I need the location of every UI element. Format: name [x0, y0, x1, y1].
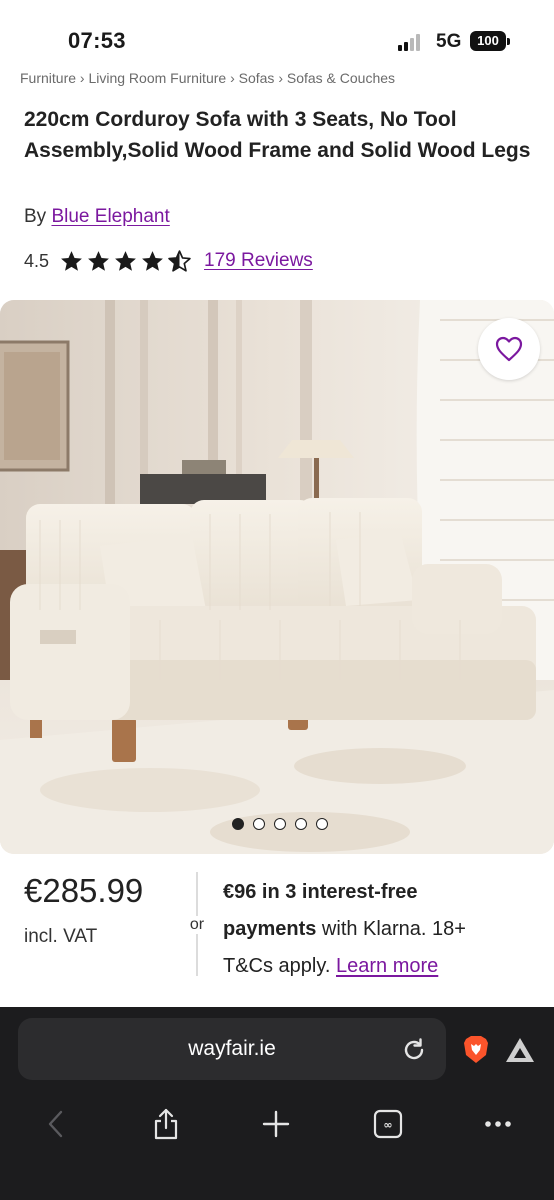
tab-switcher-icon: ∞ — [373, 1109, 403, 1139]
favorite-button[interactable] — [478, 318, 540, 380]
breadcrumb[interactable]: Furniture › Living Room Furniture › Sofa… — [20, 66, 540, 86]
klarna-payments: payments — [223, 918, 317, 940]
status-time: 07:53 — [68, 28, 126, 53]
brand-prefix: By — [24, 206, 47, 227]
product-image-carousel[interactable] — [0, 300, 554, 854]
more-menu-button[interactable] — [478, 1104, 518, 1144]
carousel-dots[interactable] — [232, 818, 328, 830]
battery-icon: 100 — [470, 31, 506, 51]
klarna-offer: €96 in 3 interest-free payments with Kla… — [223, 874, 533, 985]
carousel-dot[interactable] — [274, 818, 286, 830]
tab-switcher-button[interactable]: ∞ — [368, 1104, 408, 1144]
rating-stars — [59, 249, 192, 274]
vat-note: incl. VAT — [24, 926, 98, 947]
product-photo-sofa — [0, 300, 554, 854]
url-text[interactable]: wayfair.ie — [18, 1018, 446, 1080]
rating-row: 4.5 179 Reviews — [24, 246, 313, 276]
brave-rewards-icon[interactable] — [504, 1036, 536, 1064]
learn-more-link[interactable]: Learn more — [336, 955, 438, 977]
klarna-amount: €96 in 3 interest-free — [223, 881, 418, 903]
breadcrumb-text[interactable]: Furniture › Living Room Furniture › Sofa… — [20, 70, 540, 86]
address-bar[interactable]: wayfair.ie — [18, 1018, 446, 1080]
carousel-dot[interactable] — [316, 818, 328, 830]
klarna-terms: T&Cs apply. — [223, 955, 336, 977]
plus-icon — [262, 1110, 290, 1138]
chevron-left-icon — [48, 1110, 63, 1138]
klarna-rest: with Klarna. 18+ — [316, 918, 466, 940]
signal-strength-icon — [398, 33, 424, 51]
price: €285.99 — [24, 872, 144, 909]
carousel-dot[interactable] — [253, 818, 265, 830]
reload-icon[interactable] — [400, 1036, 428, 1064]
reviews-link[interactable]: 179 Reviews — [204, 250, 313, 272]
share-button[interactable] — [146, 1104, 186, 1144]
star-full-icon — [142, 250, 163, 271]
star-full-icon — [61, 250, 82, 271]
brave-lion-icon[interactable] — [460, 1033, 492, 1065]
network-type: 5G — [436, 31, 462, 52]
new-tab-button[interactable] — [256, 1104, 296, 1144]
rating-value: 4.5 — [24, 250, 50, 271]
carousel-dot[interactable] — [232, 818, 244, 830]
svg-text:∞: ∞ — [383, 1119, 392, 1132]
star-full-icon — [88, 250, 109, 271]
brand-line: By Blue Elephant — [24, 206, 170, 228]
or-label: or — [187, 916, 207, 934]
product-title: 220cm Corduroy Sofa with 3 Seats, No Too… — [24, 108, 531, 162]
back-button[interactable] — [36, 1104, 76, 1144]
heart-outline-icon — [495, 336, 523, 362]
battery-tip — [507, 38, 510, 45]
carousel-dot[interactable] — [295, 818, 307, 830]
share-icon — [154, 1108, 178, 1140]
brand-link[interactable]: Blue Elephant — [51, 206, 169, 227]
star-half-icon — [168, 249, 191, 272]
star-full-icon — [115, 250, 136, 271]
more-dots-icon — [485, 1121, 511, 1127]
